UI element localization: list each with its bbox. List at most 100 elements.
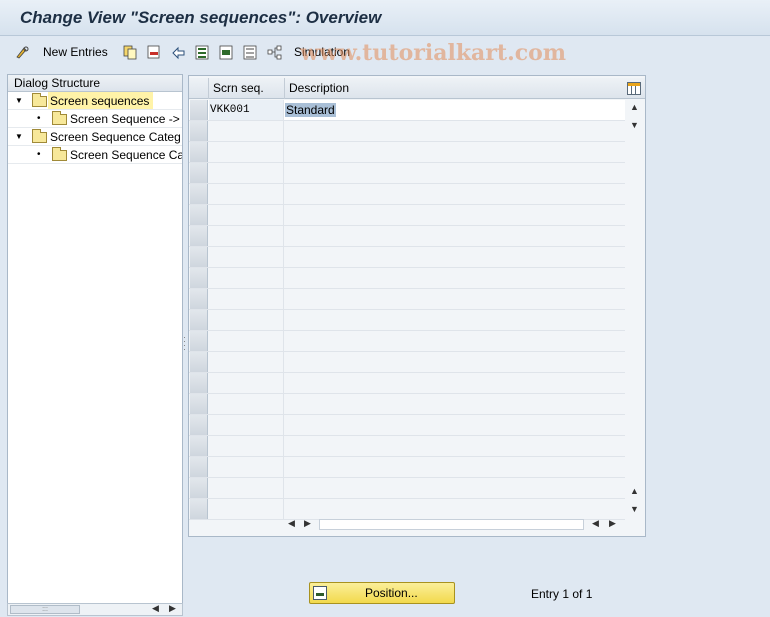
scroll-down-icon[interactable]: ▼ — [630, 504, 639, 514]
table-row[interactable] — [189, 352, 625, 373]
table-row[interactable] — [189, 205, 625, 226]
cell-scrn-seq[interactable] — [209, 499, 284, 519]
table-hscrollbar[interactable]: ◀ ▶ ◀ ▶ — [284, 516, 624, 532]
table-row[interactable] — [189, 331, 625, 352]
table-row[interactable] — [189, 310, 625, 331]
row-selector[interactable] — [190, 184, 208, 204]
tree-item-screen-sequence-child[interactable]: • Screen Sequence -> — [8, 110, 182, 128]
row-selector[interactable] — [190, 415, 208, 435]
table-row[interactable] — [189, 373, 625, 394]
cell-scrn-seq[interactable] — [209, 457, 284, 477]
row-selector[interactable] — [190, 247, 208, 267]
cell-description[interactable] — [285, 163, 625, 183]
table-settings-icon[interactable] — [627, 82, 641, 95]
cell-scrn-seq[interactable] — [209, 436, 284, 456]
position-button[interactable]: Position... — [309, 582, 455, 604]
expand-arrow-icon[interactable]: ▼ — [15, 92, 23, 109]
cell-scrn-seq[interactable] — [209, 478, 284, 498]
cell-description[interactable] — [285, 415, 625, 435]
row-selector[interactable] — [190, 121, 208, 141]
table-row[interactable]: VKK001 Standard — [189, 100, 625, 121]
table-vscrollbar[interactable]: ▲ ▼ ▲ ▼ — [626, 100, 644, 514]
cell-description[interactable] — [285, 436, 625, 456]
select-all-button[interactable] — [195, 42, 210, 62]
table-row[interactable] — [189, 163, 625, 184]
table-row[interactable] — [189, 226, 625, 247]
cell-description[interactable]: Standard — [285, 100, 625, 120]
cell-description[interactable] — [285, 121, 625, 141]
tree-item-screen-sequences[interactable]: ▼ Screen sequences — [8, 92, 182, 110]
cell-description[interactable] — [285, 205, 625, 225]
cell-description[interactable] — [285, 394, 625, 414]
cell-scrn-seq[interactable] — [209, 142, 284, 162]
scroll-up-icon[interactable]: ▲ — [630, 102, 639, 112]
row-selector[interactable] — [190, 310, 208, 330]
cell-description[interactable] — [285, 184, 625, 204]
cell-description[interactable] — [285, 373, 625, 393]
cell-scrn-seq[interactable] — [209, 394, 284, 414]
scroll-down-icon[interactable]: ▼ — [630, 120, 639, 130]
copy-button[interactable] — [123, 42, 138, 62]
row-selector[interactable] — [190, 499, 208, 519]
row-selector[interactable] — [190, 226, 208, 246]
cell-description[interactable] — [285, 478, 625, 498]
cell-description[interactable] — [285, 331, 625, 351]
cell-scrn-seq[interactable] — [209, 415, 284, 435]
cell-description[interactable] — [285, 457, 625, 477]
cell-description[interactable] — [285, 247, 625, 267]
cell-scrn-seq[interactable] — [209, 121, 284, 141]
cell-scrn-seq[interactable] — [209, 331, 284, 351]
row-selector[interactable] — [190, 373, 208, 393]
scroll-left-icon[interactable]: ◀ — [288, 518, 295, 529]
tree-item-screen-sequence-categ[interactable]: ▼ Screen Sequence Categ — [8, 128, 182, 146]
tree-item-screen-sequence-ca[interactable]: • Screen Sequence Ca — [8, 146, 182, 164]
row-selector[interactable] — [190, 394, 208, 414]
row-selector[interactable] — [190, 142, 208, 162]
table-row[interactable] — [189, 289, 625, 310]
scroll-right-icon[interactable]: ▶ — [304, 518, 311, 529]
scroll-thumb[interactable]: ::: — [10, 605, 80, 614]
column-header-scrn-seq[interactable]: Scrn seq. — [208, 78, 285, 99]
delete-button[interactable] — [147, 42, 162, 62]
cell-description[interactable] — [285, 226, 625, 246]
simulation-button[interactable]: Simulation — [267, 42, 350, 62]
table-row[interactable] — [189, 268, 625, 289]
display-change-button[interactable] — [15, 42, 30, 62]
row-selector[interactable] — [190, 163, 208, 183]
cell-scrn-seq[interactable] — [209, 226, 284, 246]
table-row[interactable] — [189, 121, 625, 142]
select-block-button[interactable] — [219, 42, 234, 62]
panel-splitter[interactable]: · · · · — [183, 333, 187, 355]
cell-scrn-seq[interactable] — [209, 373, 284, 393]
cell-scrn-seq[interactable] — [209, 184, 284, 204]
table-row[interactable] — [189, 184, 625, 205]
left-panel-hscrollbar[interactable]: ::: ◀ ▶ — [7, 603, 183, 616]
cell-scrn-seq[interactable] — [209, 289, 284, 309]
cell-scrn-seq[interactable] — [209, 310, 284, 330]
cell-description[interactable] — [285, 289, 625, 309]
table-row[interactable] — [189, 457, 625, 478]
row-selector[interactable] — [190, 436, 208, 456]
table-row[interactable] — [189, 478, 625, 499]
row-selector[interactable] — [190, 289, 208, 309]
cell-scrn-seq[interactable] — [209, 205, 284, 225]
scroll-right-icon[interactable]: ▶ — [169, 603, 176, 614]
scroll-left-icon[interactable]: ◀ — [152, 603, 159, 614]
table-row[interactable] — [189, 415, 625, 436]
row-selector[interactable] — [190, 205, 208, 225]
cell-scrn-seq[interactable]: VKK001 — [209, 100, 284, 120]
cell-scrn-seq[interactable] — [209, 163, 284, 183]
hscroll-track[interactable] — [319, 519, 584, 530]
cell-scrn-seq[interactable] — [209, 268, 284, 288]
scroll-up-icon[interactable]: ▲ — [630, 486, 639, 496]
table-row[interactable] — [189, 436, 625, 457]
column-header-description[interactable]: Description — [284, 78, 624, 99]
undo-button[interactable] — [171, 42, 186, 62]
cell-description[interactable] — [285, 142, 625, 162]
cell-scrn-seq[interactable] — [209, 352, 284, 372]
row-selector[interactable] — [190, 331, 208, 351]
table-row[interactable] — [189, 394, 625, 415]
deselect-all-button[interactable] — [243, 42, 258, 62]
new-entries-button[interactable]: New Entries — [43, 42, 108, 62]
row-selector[interactable] — [190, 478, 208, 498]
